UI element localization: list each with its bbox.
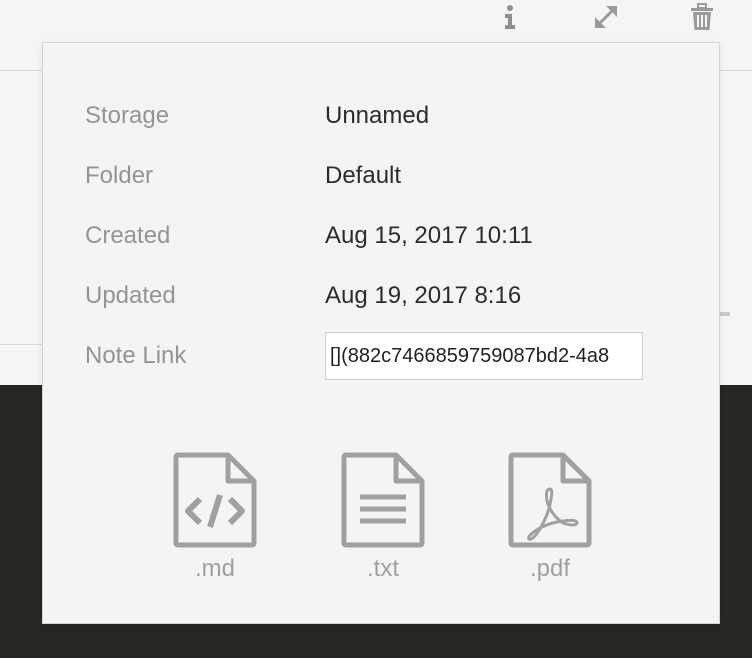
note-link-row: Note Link (85, 332, 705, 380)
folder-label: Folder (85, 162, 154, 189)
export-md-label: .md (194, 555, 235, 582)
storage-value: Unnamed (325, 102, 430, 129)
markdown-file-icon (173, 452, 257, 548)
export-txt-label: .txt (366, 555, 399, 582)
pdf-file-icon (508, 452, 592, 548)
note-info-panel: Storage Unnamed Folder Default Created A… (42, 42, 720, 624)
info-button[interactable] (498, 0, 522, 34)
folder-value: Default (325, 162, 402, 189)
folder-row: Folder Default (85, 161, 705, 191)
fullscreen-icon (595, 6, 617, 28)
info-icon (505, 5, 515, 29)
text-file-icon (341, 452, 425, 548)
note-link-label: Note Link (85, 342, 187, 369)
updated-value: Aug 19, 2017 8:16 (325, 282, 522, 309)
delete-button[interactable] (686, 0, 718, 34)
created-value: Aug 15, 2017 10:11 (325, 222, 533, 249)
created-label: Created (85, 222, 171, 249)
export-txt-button[interactable]: .txt (333, 451, 433, 583)
trash-icon (691, 3, 713, 30)
updated-row: Updated Aug 19, 2017 8:16 (85, 281, 705, 311)
export-pdf-label: .pdf (529, 555, 571, 582)
export-pdf-button[interactable]: .pdf (500, 451, 600, 583)
created-row: Created Aug 15, 2017 10:11 (85, 221, 705, 251)
storage-label: Storage (85, 102, 170, 129)
note-link-input[interactable] (325, 332, 643, 380)
storage-row: Storage Unnamed (85, 101, 705, 131)
fullscreen-button[interactable] (590, 0, 622, 34)
updated-label: Updated (85, 282, 176, 309)
export-md-button[interactable]: .md (165, 451, 265, 583)
